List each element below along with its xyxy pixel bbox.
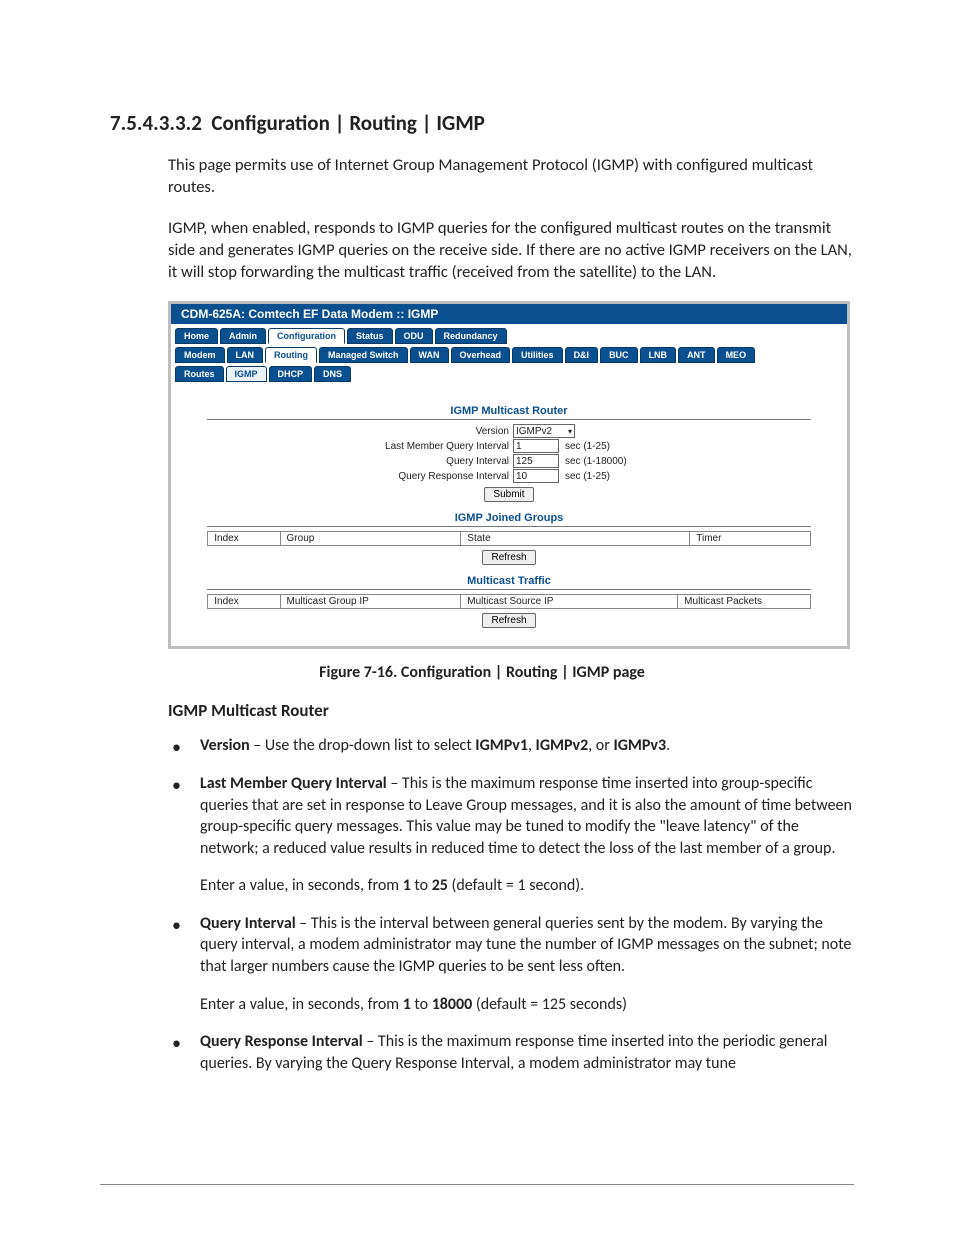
intro-paragraph-2: IGMP, when enabled, responds to IGMP que… — [110, 217, 854, 284]
refresh-button-joined[interactable]: Refresh — [482, 550, 535, 565]
label-query-response-interval: Query Response Interval — [207, 471, 513, 482]
select-version-value: IGMPv2 — [516, 426, 552, 437]
tab-ant[interactable]: ANT — [678, 347, 715, 363]
tab-row-1: Home Admin Configuration Status ODU Redu… — [175, 328, 843, 344]
tab-dhcp[interactable]: DHCP — [269, 366, 313, 382]
footer-rule — [100, 1184, 854, 1185]
tab-utilities[interactable]: Utilities — [512, 347, 563, 363]
col-mt-packets: Multicast Packets — [678, 595, 811, 609]
table-joined-groups: Index Group State Timer — [207, 531, 811, 546]
tab-wan[interactable]: WAN — [410, 347, 449, 363]
label-last-member-qi: Last Member Query Interval — [207, 441, 513, 452]
figure-igmp-page: CDM-625A: Comtech EF Data Modem :: IGMP … — [168, 301, 850, 649]
input-last-member-qi[interactable]: 1 — [513, 439, 559, 453]
list-item-query-interval-note: Enter a value, in seconds, from 1 to 180… — [200, 994, 854, 1016]
refresh-button-multicast[interactable]: Refresh — [482, 613, 535, 628]
term-version: Version — [200, 736, 250, 755]
section-heading: 7.5.4.3.3.2 Configuration | Routing | IG… — [110, 110, 854, 136]
col-timer: Timer — [690, 532, 811, 546]
input-query-interval[interactable]: 125 — [513, 454, 559, 468]
panel-title-joined: IGMP Joined Groups — [207, 512, 811, 527]
panel-title-multicast: Multicast Traffic — [207, 575, 811, 590]
select-version[interactable]: IGMPv2 ▾ — [513, 424, 575, 438]
list-item-query-interval: Query Interval – This is the interval be… — [168, 913, 854, 1015]
tab-buc[interactable]: BUC — [600, 347, 638, 363]
figure-body: IGMP Multicast Router Version IGMPv2 ▾ L… — [171, 385, 847, 646]
tab-status[interactable]: Status — [347, 328, 393, 344]
intro-paragraph-1: This page permits use of Internet Group … — [110, 154, 854, 199]
submit-button[interactable]: Submit — [484, 487, 533, 502]
col-group: Group — [280, 532, 461, 546]
tab-lnb[interactable]: LNB — [640, 347, 677, 363]
term-query-response-interval: Query Response Interval — [200, 1032, 363, 1051]
hint-query-interval: sec (1-18000) — [565, 456, 627, 467]
tab-lan[interactable]: LAN — [227, 347, 264, 363]
col-mt-group-ip: Multicast Group IP — [280, 595, 461, 609]
list-item-version: Version – Use the drop-down list to sele… — [168, 735, 854, 757]
tab-igmp[interactable]: IGMP — [226, 366, 267, 382]
list-item-last-member-qi-note: Enter a value, in seconds, from 1 to 25 … — [200, 875, 854, 897]
subsection-heading: IGMP Multicast Router — [168, 700, 854, 721]
tab-routing[interactable]: Routing — [265, 347, 317, 363]
panel-title-router: IGMP Multicast Router — [207, 405, 811, 420]
tab-meo[interactable]: MEO — [717, 347, 756, 363]
figure-tabs-area: Home Admin Configuration Status ODU Redu… — [171, 324, 847, 382]
label-version: Version — [207, 426, 513, 437]
tab-overhead[interactable]: Overhead — [451, 347, 511, 363]
list-item-query-response-interval: Query Response Interval – This is the ma… — [168, 1031, 854, 1074]
heading-title: Configuration | Routing | IGMP — [211, 110, 484, 136]
panel-igmp-joined-groups: IGMP Joined Groups Index Group State Tim… — [207, 512, 811, 565]
panel-igmp-multicast-router: IGMP Multicast Router Version IGMPv2 ▾ L… — [207, 405, 811, 502]
hint-last-member-qi: sec (1-25) — [565, 441, 610, 452]
chevron-down-icon: ▾ — [568, 427, 572, 436]
tab-di[interactable]: D&I — [565, 347, 599, 363]
figure-caption: Figure 7-16. Configuration | Routing | I… — [110, 663, 854, 682]
term-query-interval: Query Interval — [200, 914, 296, 933]
col-state: State — [461, 532, 690, 546]
description-list: Version – Use the drop-down list to sele… — [110, 735, 854, 1074]
input-query-response-interval[interactable]: 10 — [513, 469, 559, 483]
panel-multicast-traffic: Multicast Traffic Index Multicast Group … — [207, 575, 811, 628]
tab-managed-switch[interactable]: Managed Switch — [319, 347, 408, 363]
label-query-interval: Query Interval — [207, 456, 513, 467]
tab-configuration[interactable]: Configuration — [268, 328, 345, 344]
col-index: Index — [208, 532, 280, 546]
list-item-last-member-qi: Last Member Query Interval – This is the… — [168, 773, 854, 897]
hint-query-response-interval: sec (1-25) — [565, 471, 610, 482]
figure-titlebar: CDM-625A: Comtech EF Data Modem :: IGMP — [171, 304, 847, 324]
tab-row-3: Routes IGMP DHCP DNS — [175, 366, 843, 382]
tab-redundancy[interactable]: Redundancy — [435, 328, 507, 344]
tab-row-2: Modem LAN Routing Managed Switch WAN Ove… — [175, 347, 843, 363]
tab-modem[interactable]: Modem — [175, 347, 225, 363]
heading-number: 7.5.4.3.3.2 — [110, 110, 202, 136]
tab-dns[interactable]: DNS — [314, 366, 351, 382]
term-last-member-qi: Last Member Query Interval — [200, 774, 387, 793]
table-multicast-traffic: Index Multicast Group IP Multicast Sourc… — [207, 594, 811, 609]
col-mt-source-ip: Multicast Source IP — [461, 595, 678, 609]
col-mt-index: Index — [208, 595, 280, 609]
tab-odu[interactable]: ODU — [395, 328, 433, 344]
tab-home[interactable]: Home — [175, 328, 218, 344]
tab-admin[interactable]: Admin — [220, 328, 266, 344]
tab-routes[interactable]: Routes — [175, 366, 224, 382]
